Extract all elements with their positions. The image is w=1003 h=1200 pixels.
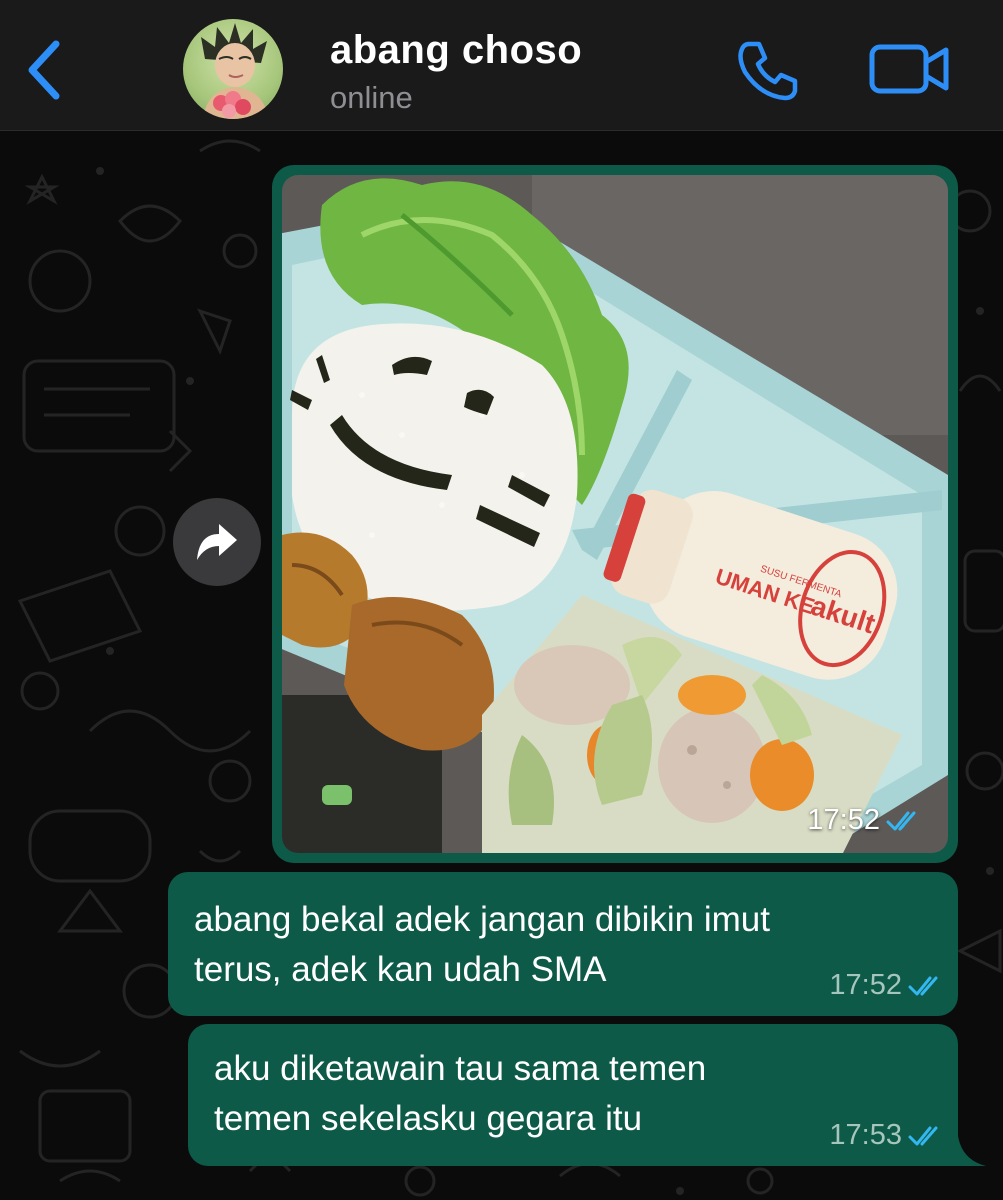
double-check-icon	[908, 976, 938, 995]
image-timestamp: 17:52	[807, 804, 922, 837]
contact-name[interactable]: abang choso	[330, 28, 582, 73]
bubble-tail	[948, 1136, 986, 1166]
video-call-button[interactable]	[868, 42, 952, 96]
chat-area[interactable]: UMAN KE akult SUSU FERMENTA 17:52 abang …	[0, 131, 1003, 1200]
message-time: 17:52	[829, 969, 902, 1001]
forward-arrow-icon	[197, 524, 237, 560]
image-message-bubble[interactable]: UMAN KE akult SUSU FERMENTA 17:52	[272, 165, 958, 863]
double-check-icon	[908, 1126, 938, 1145]
contact-status: online	[330, 80, 413, 115]
message-text: abang bekal adek jangan dibikin imut ter…	[194, 900, 770, 989]
bento-photo[interactable]: UMAN KE akult SUSU FERMENTA 17:52	[282, 175, 948, 853]
image-time: 17:52	[807, 804, 880, 836]
forward-button[interactable]	[173, 498, 261, 586]
message-timestamp: 17:52	[829, 969, 944, 1002]
chat-header: abang choso online	[0, 0, 1003, 131]
message-bubble[interactable]: abang bekal adek jangan dibikin imut ter…	[168, 872, 958, 1016]
double-check-icon	[886, 811, 916, 830]
back-button[interactable]	[22, 38, 66, 102]
message-timestamp: 17:53	[829, 1119, 944, 1152]
message-time: 17:53	[829, 1119, 902, 1151]
voice-call-button[interactable]	[735, 38, 801, 104]
message-bubble[interactable]: aku diketawain tau sama temen temen seke…	[188, 1024, 958, 1166]
message-text: aku diketawain tau sama temen temen seke…	[214, 1049, 707, 1138]
avatar[interactable]	[183, 19, 283, 119]
phone-icon	[738, 41, 798, 101]
video-camera-icon	[869, 44, 949, 94]
chevron-left-icon	[28, 40, 60, 100]
